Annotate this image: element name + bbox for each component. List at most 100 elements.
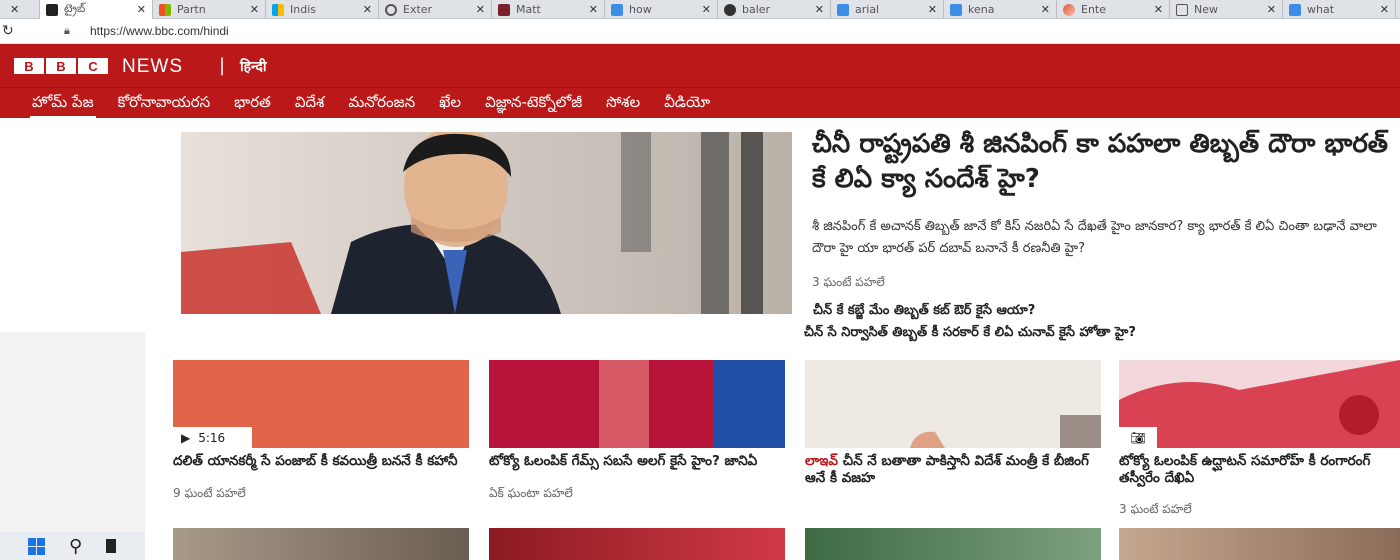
tab-12[interactable]: what ✕ [1283,0,1396,19]
hero-summary: శీ జినపింగ్ కే అచానక్ తిబ్బత్ జానే కో కి… [812,219,1377,256]
related-link[interactable]: చీన్ సే నిర్వాసిత్ తిబ్బత్ కీ సరకార్ కే … [804,325,1136,343]
tab-title: Ente [1081,3,1107,16]
windows-start-icon[interactable] [28,537,45,555]
tab-0[interactable]: ✕ [0,0,40,19]
close-icon[interactable]: ✕ [1380,3,1389,16]
play-icon: ▶ [181,430,191,445]
github-icon [724,3,736,16]
close-icon[interactable]: ✕ [476,3,485,16]
bing-icon [837,3,849,16]
bing-icon [1289,3,1301,16]
tab-11[interactable]: New ✕ [1170,0,1283,19]
tab-7[interactable]: baler ✕ [718,0,831,19]
close-icon[interactable]: ✕ [589,3,598,16]
search-icon[interactable]: ⚲ [69,536,82,557]
close-icon[interactable]: ✕ [815,3,824,16]
tab-title: ట్రైబ్ [64,1,86,15]
nav-item-science-tech[interactable]: విజ్ఞాన-టెక్నోలోజీ [473,88,594,119]
olympics-photo [489,360,785,448]
close-icon[interactable]: ✕ [363,3,372,16]
browser-tab-strip: ✕ ట్రైబ్ ✕ Partn ✕ Indis ✕ Exter ✕ Matt … [0,0,1400,19]
tab-5[interactable]: Matt ✕ [492,0,605,19]
tab-1[interactable]: ట్రైబ్ ✕ [40,0,153,19]
card-image[interactable] [805,360,1101,448]
tab-2[interactable]: Partn ✕ [153,0,266,19]
tab-title: New [1194,3,1218,16]
main-nav: హోమ్ పేజ కోరోనావాయరస భారత విదేశ మనోరంజన … [0,87,1400,119]
news-wordmark[interactable]: NEWS [122,56,183,78]
hero-image[interactable] [181,132,792,314]
language-label[interactable]: हिन्दी [240,57,266,76]
address-bar: ↻ 🔒︎ https://www.bbc.com/hindi [0,19,1400,44]
tab-10[interactable]: Ente ✕ [1057,0,1170,19]
gallery-badge: 📷︎ [1119,427,1157,448]
card-headline[interactable]: టోక్యో ఓలంపిక్ గేమ్స్ సబసే అలగ్ కైసే హైం… [489,453,785,470]
tab-9[interactable]: kena ✕ [944,0,1057,19]
nav-item-international[interactable]: విదేశ [283,88,337,119]
reload-icon[interactable]: ↻ [2,23,22,39]
bbc-logo-block: B [14,58,44,74]
close-icon[interactable]: ✕ [702,3,711,16]
os-taskbar: ⚲ [0,532,145,560]
bbc-icon [46,3,58,16]
nav-item-home[interactable]: హోమ్ పేజ [20,88,106,119]
left-gutter [0,118,145,332]
book-icon [498,3,510,16]
card-image[interactable] [489,360,785,448]
card-headline[interactable]: లాఇవ్ చీన్ నే బతాతా పాకిస్తానీ విదేశ్ మం… [805,453,1101,487]
close-icon[interactable]: ✕ [928,3,937,16]
tab-title: Partn [177,3,206,16]
camera-icon: 📷︎ [1130,430,1146,445]
nav-item-coronavirus[interactable]: కోరోనావాయరస [106,88,223,119]
tab-title: kena [968,3,995,16]
close-icon[interactable]: ✕ [1267,3,1276,16]
tab-title: Matt [516,3,541,16]
task-view-icon[interactable] [106,539,117,553]
lock-icon[interactable]: 🔒︎ [64,24,78,38]
close-icon[interactable]: ✕ [1041,3,1050,16]
masthead-separator: | [219,55,226,76]
nav-item-entertainment[interactable]: మనోరంజన [336,88,427,119]
hero-timestamp: 3 ఘంటే పహలే [812,275,885,289]
ceremony-photo [1119,360,1400,448]
tab-8[interactable]: arial ✕ [831,0,944,19]
card-image[interactable] [805,528,1101,560]
gear-icon [385,3,397,16]
press-photo [805,360,1101,448]
tab-title: Exter [403,3,433,16]
card-image[interactable] [173,528,469,560]
nav-item-sport[interactable]: ఖేల [427,88,473,119]
bing-icon [950,3,962,16]
close-icon[interactable]: ✕ [250,3,259,16]
tab-title: what [1307,3,1335,16]
tab-title: Indis [290,3,316,16]
tab-title: how [629,3,652,16]
nav-item-india[interactable]: భారత [222,88,283,119]
nav-item-video[interactable]: వీడియో [652,88,722,119]
video-duration-badge: ▶ 5:16 [173,427,252,448]
url-field[interactable]: https://www.bbc.com/hindi [90,24,229,38]
tab-3[interactable]: Indis ✕ [266,0,379,19]
bbc-masthead: B B C NEWS | हिन्दी [0,44,1400,87]
close-icon[interactable]: ✕ [10,3,19,16]
tab-4[interactable]: Exter ✕ [379,0,492,19]
card-timestamp: ఏక్ ఘంటా పహలే [489,486,573,500]
close-icon[interactable]: ✕ [137,3,146,16]
bbc-logo-block: C [78,58,108,74]
close-icon[interactable]: ✕ [1154,3,1163,16]
tab-title: baler [742,3,771,16]
related-link[interactable]: చీన్ కే కబ్జే మేం తిబ్బత్ కబ్ ఔర్ కైసే ఆ… [813,303,1035,321]
card-timestamp: 9 ఘంటే పహలే [173,486,246,500]
card-headline[interactable]: టోక్యో ఓలంపిక్ ఉద్ఘాటన్ సమారోహ్ కీ రంగార… [1119,453,1397,487]
card-image[interactable] [1119,528,1400,560]
hero-photo [181,132,792,314]
bbc-logo[interactable]: B B C [14,58,108,74]
nav-item-social[interactable]: సోశల [594,88,652,119]
card-timestamp: 3 ఘంటే పహలే [1119,502,1192,516]
card-headline[interactable]: దలిత్ యానకర్మీ సే పంజాబ్ కీ కవయిత్రీ బనన… [173,453,469,470]
card-image[interactable] [489,528,785,560]
card-image[interactable] [1119,360,1400,448]
live-badge: లాఇవ్ [805,453,839,469]
tab-6[interactable]: how ✕ [605,0,718,19]
hero-headline[interactable]: చీనీ రాష్ట్రపతి శీ జినపింగ్ కా పహలా తిబ్… [812,127,1392,197]
